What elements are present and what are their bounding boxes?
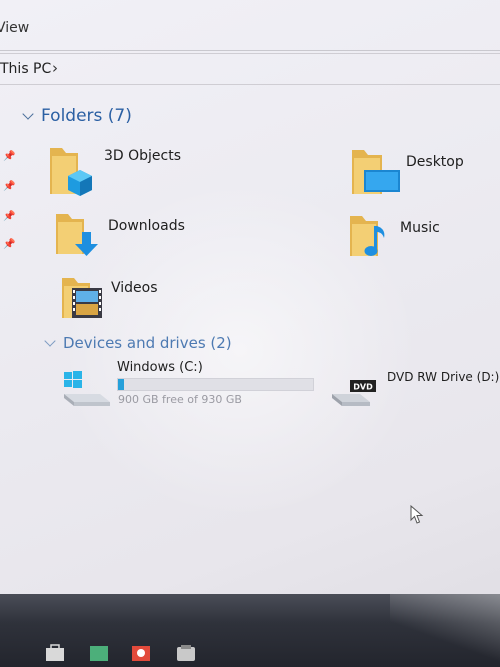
folders-group-header[interactable]: Folders (7) [22,106,132,126]
breadcrumb-chevron-icon[interactable]: › [52,59,58,77]
drive-label: DVD RW Drive (D:) [387,370,500,384]
desktop-folder-icon [352,150,400,194]
drive-usage-fill [118,379,125,390]
mouse-cursor-icon [410,505,424,524]
drive-label: Windows (C:) [117,360,203,375]
folder-tile-downloads[interactable]: Downloads [54,210,194,262]
folder-label: 3D Objects [104,148,182,164]
folder-tile-videos[interactable]: Videos [60,274,200,322]
pin-icon: 📌 [3,151,16,162]
store-icon[interactable] [44,644,66,661]
dvd-drive-icon: DVD [332,380,376,406]
videos-folder-icon [62,278,102,318]
drive-tile-dvd-d[interactable]: DVD DVD RW Drive (D:) [330,364,500,412]
drive-usage-bar [117,378,314,391]
breadcrumb-this-pc[interactable]: This PC [0,61,51,77]
folder-tile-3d-objects[interactable]: 3D Objects [48,142,188,200]
ribbon-menu-bar: View [0,0,500,51]
folder-label: Downloads [108,218,185,234]
dvd-badge: DVD [353,383,373,392]
app-icon[interactable] [88,644,110,661]
pin-icon: 📌 [3,181,16,192]
app-icon[interactable] [130,644,152,661]
view-menu[interactable]: View [0,20,29,36]
folder-label: Desktop [406,154,464,170]
folders-group-title: Folders (7) [41,106,132,126]
drive-free-space: 900 GB free of 930 GB [118,393,242,406]
devices-group-title: Devices and drives (2) [63,334,232,352]
taskbar [0,594,500,667]
3d-objects-folder-icon [50,148,92,196]
downloads-folder-icon [56,214,98,256]
folder-label: Videos [111,280,158,296]
file-explorer-window: View This PC › Folders (7) 📌 📌 📌 📌 3D Ob… [0,0,500,667]
folder-label: Music [400,220,440,236]
pin-icon: 📌 [3,239,16,250]
music-folder-icon [350,216,385,256]
app-icon[interactable] [175,644,197,661]
devices-group-header[interactable]: Devices and drives (2) [44,334,232,352]
chevron-down-icon[interactable] [44,334,56,347]
folder-tile-music[interactable]: Music [348,212,488,262]
address-bar[interactable]: This PC › [0,53,500,85]
chevron-down-icon[interactable] [22,107,34,120]
windows-drive-icon [64,371,110,406]
folder-tile-desktop[interactable]: Desktop [350,146,490,198]
pin-icon: 📌 [3,211,16,222]
photo-glare [390,594,500,667]
